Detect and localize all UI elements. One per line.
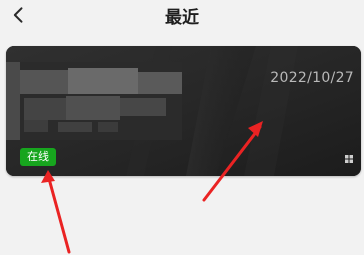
status-badge: 在线 bbox=[20, 148, 56, 166]
recent-device-card[interactable]: 2022/10/27 在线 bbox=[6, 46, 361, 176]
top-bar: 最近 bbox=[0, 0, 364, 32]
windows-icon bbox=[345, 155, 353, 163]
last-connected-date: 2022/10/27 bbox=[270, 70, 354, 86]
redacted-device-name bbox=[6, 62, 182, 140]
page-title: 最近 bbox=[165, 8, 199, 28]
annotation-arrow-status bbox=[41, 170, 71, 254]
